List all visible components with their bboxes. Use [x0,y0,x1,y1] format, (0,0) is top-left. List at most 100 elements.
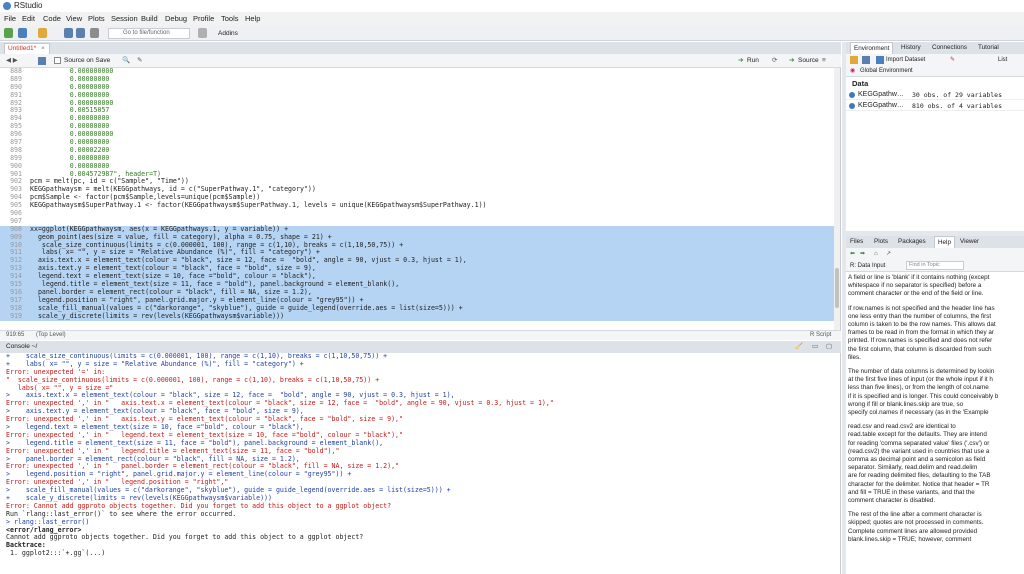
help-paragraph: If row.names is not specified and the he… [848,304,996,361]
outline-icon[interactable]: ≡ [822,54,826,68]
menu-code[interactable]: Code [43,12,61,26]
forward-arrow-icon[interactable]: ➡ [860,248,865,260]
import-dataset-button[interactable]: Import Dataset [886,54,925,66]
import-dataset-icon[interactable] [876,56,884,64]
console-title: Console ~/ [6,343,38,350]
help-paragraph: The rest of the line after a comment cha… [848,511,984,543]
code-line[interactable]: 899 0.00000000 [0,153,836,163]
list-view-toggle[interactable]: List [998,54,1007,66]
code-line[interactable]: 894 0.00000000 [0,114,836,123]
code-line[interactable]: 905 KEGGpathwaysm$SuperPathway.1 <- facto… [0,201,836,210]
print-icon[interactable] [90,28,99,38]
code-line[interactable]: 891 0.00000000 [0,91,836,100]
environment-scope-select[interactable]: Global Environment [860,66,913,77]
help-paragraph: A field or line is 'blank' if it contain… [848,274,990,298]
save-icon[interactable] [64,28,73,38]
new-project-icon[interactable] [18,28,27,38]
tab-history[interactable]: History [901,42,921,54]
addins-menu[interactable]: Addins [218,26,238,41]
cursor-position: 919:65 [6,332,25,338]
menu-build[interactable]: Build [141,12,158,26]
tab-files[interactable]: Files [850,236,863,248]
source-button[interactable]: Source [798,54,819,68]
run-button[interactable]: Run [747,54,759,68]
code-line[interactable]: 890 0.00000000 [0,83,836,92]
code-text: 0.00000000 [30,74,110,83]
console-line: Run `rlang::last_error()` to see where t… [6,509,237,518]
run-icon[interactable]: ➔ [738,54,743,68]
source-on-save-checkbox[interactable] [54,57,61,64]
search-icon[interactable]: 🔍 [122,54,130,68]
env-row[interactable]: KEGGpathw… 30 obs. of 29 variables [846,90,1024,100]
code-line[interactable]: 906 [0,209,836,218]
code-text: legend.text = element_text(size = 10, fa… [30,272,316,281]
tab-environment[interactable]: Environment [850,42,894,54]
menu-tools[interactable]: Tools [221,12,239,26]
code-text: 0.00000000 [30,153,110,162]
tab-viewer[interactable]: Viewer [960,236,979,248]
code-line[interactable]: 893 0.00515057 [0,107,836,115]
editor-status-bar: 919:65 (Top Level) R Script [0,330,841,340]
wand-icon[interactable]: ✎ [137,54,142,68]
source-icon[interactable]: ➔ [789,54,794,68]
goto-file-input[interactable]: Go to file/function [108,28,190,39]
menu-session[interactable]: Session [111,12,138,26]
console-line: Backtrace: [6,541,46,550]
tab-help[interactable]: Help [934,236,955,248]
find-in-topic-input[interactable]: Find in Topic [906,261,964,270]
code-text: geom_point(aes(size = value, fill = cate… [30,232,332,241]
code-line[interactable]: 897 0.00000000 [0,138,836,147]
rerun-icon[interactable]: ⟳ [772,54,777,68]
minimize-pane-icon[interactable]: ▭ [812,341,818,353]
share-icon[interactable]: ↗ [886,248,891,260]
editor-tab-untitled1[interactable]: Untitled1* × [4,43,50,54]
editor-scroll-thumb[interactable] [835,268,839,308]
code-text: 0.00000000 [30,161,110,170]
code-line[interactable]: 898 0.00002200 [0,146,836,155]
scope-indicator[interactable]: (Top Level) [36,331,66,340]
grid-icon[interactable] [198,28,207,38]
console-line: Cannot add ggproto objects together. Did… [6,533,364,542]
maximize-pane-icon[interactable]: ▢ [826,341,832,353]
env-row[interactable]: KEGGpathw… 810 obs. of 4 variables [846,101,1024,111]
open-workspace-icon[interactable] [850,56,858,64]
save-all-icon[interactable] [76,28,85,38]
menu-help[interactable]: Help [245,12,260,26]
menu-plots[interactable]: Plots [88,12,105,26]
dataframe-icon[interactable] [849,92,855,98]
code-text: legend.title = element_text(size = 11, f… [30,280,400,289]
tab-plots[interactable]: Plots [874,236,888,248]
save-file-icon[interactable] [38,57,46,65]
close-tab-icon[interactable]: × [41,45,45,52]
file-type-indicator[interactable]: R Script [810,331,831,340]
new-file-icon[interactable] [4,28,13,38]
code-area[interactable]: 888 0.000000000 889 0.00000000 890 0.00000… [0,68,836,330]
menu-debug[interactable]: Debug [165,12,187,26]
code-line[interactable]: 889 0.00000000 [0,74,836,84]
tab-packages[interactable]: Packages [898,236,926,248]
save-workspace-icon[interactable] [862,56,870,64]
menu-file[interactable]: File [4,12,16,26]
code-line[interactable]: 888 0.000000000 [0,68,836,76]
menu-profile[interactable]: Profile [193,12,214,26]
code-line[interactable]: 895 0.00000000 [0,122,836,131]
console-output[interactable]: + scale_size_continuous(limits = c(0.000… [0,353,836,574]
menu-edit[interactable]: Edit [22,12,35,26]
code-text: KEGGpathwaysm$SuperPathway.1 <- factor(K… [30,201,487,210]
code-line[interactable]: 896 0.000000000 [0,130,836,139]
home-icon[interactable]: ⌂ [874,248,878,260]
menu-view[interactable]: View [66,12,82,26]
editor-scrollbar[interactable] [834,68,840,330]
tab-connections[interactable]: Connections [932,42,967,54]
code-line[interactable]: 919 scale_y_discrete(limits = rev(levels… [0,312,836,321]
tab-tutorial[interactable]: Tutorial [978,42,999,54]
broom-icon[interactable]: ✎ [950,54,955,66]
dataframe-icon[interactable] [849,103,855,109]
open-file-icon[interactable] [38,28,47,38]
back-icon[interactable]: ◀ ▶ [6,54,18,68]
editor-tab-label: Untitled1* [8,45,37,52]
code-text: 0.00000000 [30,122,110,131]
back-arrow-icon[interactable]: ⬅ [850,248,855,260]
code-line[interactable]: 892 0.000000000 [0,99,836,108]
clear-console-icon[interactable]: 🧹 [795,341,803,353]
